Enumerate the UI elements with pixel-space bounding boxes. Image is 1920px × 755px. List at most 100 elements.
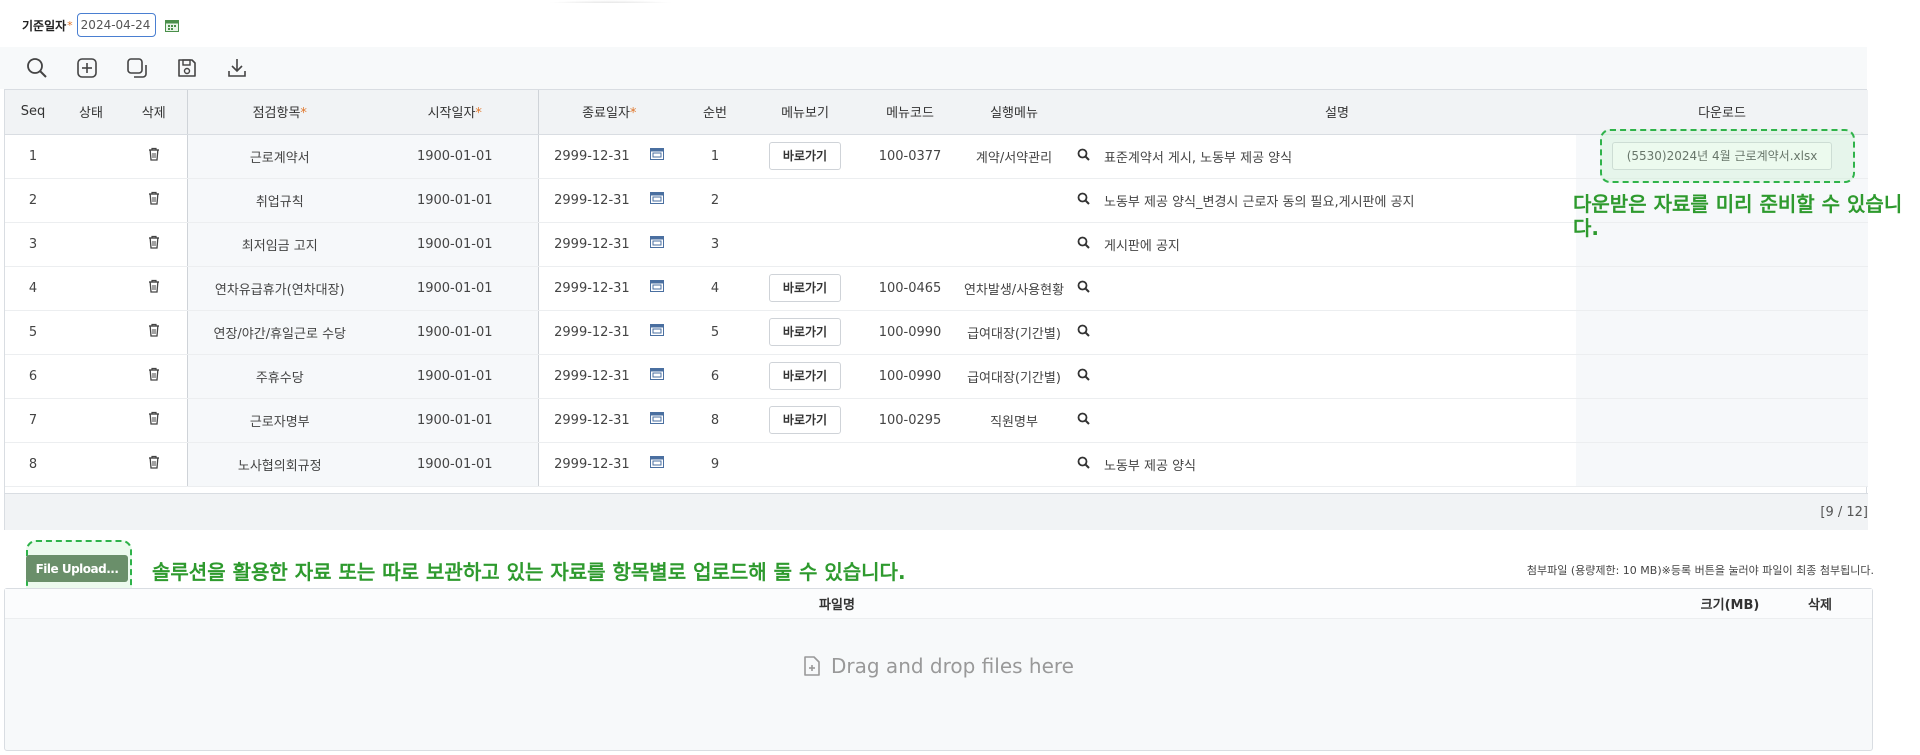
table-row[interactable]: 4 연차유급휴가(연차대장) 1900-01-01 2999-12-31 4 바로가기 1… bbox=[5, 266, 1868, 311]
go-button[interactable]: 바로가기 bbox=[769, 406, 841, 434]
col-start-date[interactable]: 시작일자* bbox=[372, 90, 538, 135]
col-end-date[interactable]: 종료일자* bbox=[537, 90, 680, 135]
calendar-icon[interactable] bbox=[650, 192, 665, 208]
cell-order[interactable]: 3 bbox=[680, 222, 750, 267]
search-button[interactable] bbox=[24, 55, 50, 81]
calendar-icon[interactable] bbox=[650, 412, 665, 428]
cell-end-date[interactable]: 2999-12-31 bbox=[537, 266, 680, 311]
cell-description[interactable]: 노동부 제공 양식 bbox=[1098, 442, 1576, 487]
table-row[interactable]: 6 주휴수당 1900-01-01 2999-12-31 6 바로가기 100-0990 급… bbox=[5, 354, 1868, 399]
download-button[interactable] bbox=[224, 55, 250, 81]
cell-check-item[interactable]: 연장/야간/휴일근로 수당 bbox=[186, 310, 372, 355]
lookup-button[interactable] bbox=[1068, 178, 1098, 223]
calendar-icon[interactable] bbox=[650, 280, 665, 296]
cell-start-date[interactable]: 1900-01-01 bbox=[372, 134, 538, 179]
cell-check-item[interactable]: 근로자명부 bbox=[186, 398, 372, 443]
calendar-icon[interactable] bbox=[650, 456, 665, 472]
lookup-button[interactable] bbox=[1068, 310, 1098, 355]
col-description[interactable]: 설명 bbox=[1098, 90, 1576, 135]
cell-description[interactable] bbox=[1098, 398, 1576, 443]
lookup-button[interactable] bbox=[1068, 354, 1098, 399]
cell-start-date[interactable]: 1900-01-01 bbox=[372, 398, 538, 443]
cell-check-item[interactable]: 노사협의회규정 bbox=[186, 442, 372, 487]
cell-order[interactable]: 4 bbox=[680, 266, 750, 311]
cell-start-date[interactable]: 1900-01-01 bbox=[372, 310, 538, 355]
delete-row-button[interactable] bbox=[121, 310, 187, 355]
cell-start-date[interactable]: 1900-01-01 bbox=[372, 354, 538, 399]
drop-zone[interactable]: Drag and drop files here bbox=[5, 654, 1872, 678]
cell-start-date[interactable]: 1900-01-01 bbox=[372, 266, 538, 311]
date-input[interactable]: 2024-04-24 bbox=[76, 13, 156, 37]
calendar-icon[interactable] bbox=[650, 324, 665, 340]
col-download[interactable]: 다운로드 bbox=[1576, 90, 1868, 135]
calendar-icon[interactable] bbox=[164, 19, 179, 32]
cell-end-date[interactable]: 2999-12-31 bbox=[537, 222, 680, 267]
lookup-button[interactable] bbox=[1068, 442, 1098, 487]
col-order[interactable]: 순번 bbox=[680, 90, 750, 135]
col-menu-code[interactable]: 메뉴코드 bbox=[860, 90, 960, 135]
cell-start-date[interactable]: 1900-01-01 bbox=[372, 222, 538, 267]
col-status[interactable]: 상태 bbox=[61, 90, 121, 135]
col-seq[interactable]: Seq bbox=[5, 90, 61, 135]
cell-order[interactable]: 1 bbox=[680, 134, 750, 179]
cell-end-date[interactable]: 2999-12-31 bbox=[537, 178, 680, 223]
cell-order[interactable]: 9 bbox=[680, 442, 750, 487]
table-row[interactable]: 7 근로자명부 1900-01-01 2999-12-31 8 바로가기 100-0295… bbox=[5, 398, 1868, 443]
lookup-button[interactable] bbox=[1068, 134, 1098, 179]
lookup-button[interactable] bbox=[1068, 266, 1098, 311]
delete-row-button[interactable] bbox=[121, 266, 187, 311]
cell-order[interactable]: 6 bbox=[680, 354, 750, 399]
cell-check-item[interactable]: 취업규칙 bbox=[186, 178, 372, 223]
cell-description[interactable] bbox=[1098, 266, 1576, 311]
cell-check-item[interactable]: 연차유급휴가(연차대장) bbox=[186, 266, 372, 311]
cell-start-date[interactable]: 1900-01-01 bbox=[372, 178, 538, 223]
cell-description[interactable]: 표준계약서 게시, 노동부 제공 양식 bbox=[1098, 134, 1576, 179]
toolbar bbox=[0, 47, 1867, 89]
cell-check-item[interactable]: 주휴수당 bbox=[186, 354, 372, 399]
cell-end-date[interactable]: 2999-12-31 bbox=[537, 354, 680, 399]
cell-status bbox=[61, 134, 121, 179]
copy-button[interactable] bbox=[124, 55, 150, 81]
delete-row-button[interactable] bbox=[121, 134, 187, 179]
cell-description[interactable] bbox=[1098, 310, 1576, 355]
cell-status bbox=[61, 266, 121, 311]
calendar-icon[interactable] bbox=[650, 148, 665, 164]
delete-row-button[interactable] bbox=[121, 222, 187, 267]
table-row[interactable]: 8 노사협의회규정 1900-01-01 2999-12-31 9 노동부 제공 양식 bbox=[5, 442, 1868, 487]
col-delete[interactable]: 삭제 bbox=[121, 90, 187, 135]
add-button[interactable] bbox=[74, 55, 100, 81]
calendar-icon[interactable] bbox=[650, 368, 665, 384]
cell-end-date[interactable]: 2999-12-31 bbox=[537, 442, 680, 487]
upload-note: 솔루션을 활용한 자료 또는 따로 보관하고 있는 자료를 항목별로 업로드해 … bbox=[152, 560, 906, 584]
cell-description[interactable] bbox=[1098, 354, 1576, 399]
cell-check-item[interactable]: 근로계약서 bbox=[186, 134, 372, 179]
col-run-menu[interactable]: 실행메뉴 bbox=[960, 90, 1068, 135]
calendar-icon[interactable] bbox=[650, 236, 665, 252]
table-row[interactable]: 5 연장/야간/휴일근로 수당 1900-01-01 2999-12-31 5 바로가기… bbox=[5, 310, 1868, 355]
lookup-button[interactable] bbox=[1068, 398, 1098, 443]
lookup-button[interactable] bbox=[1068, 222, 1098, 267]
delete-row-button[interactable] bbox=[121, 442, 187, 487]
col-menu-view[interactable]: 메뉴보기 bbox=[750, 90, 860, 135]
delete-row-button[interactable] bbox=[121, 354, 187, 399]
go-button[interactable]: 바로가기 bbox=[769, 142, 841, 170]
cell-check-item[interactable]: 최저임금 고지 bbox=[186, 222, 372, 267]
cell-order[interactable]: 2 bbox=[680, 178, 750, 223]
cell-order[interactable]: 8 bbox=[680, 398, 750, 443]
table-row[interactable]: 1 근로계약서 1900-01-01 2999-12-31 1 바로가기 100-0377… bbox=[5, 134, 1868, 179]
cell-end-date[interactable]: 2999-12-31 bbox=[537, 134, 680, 179]
cell-description[interactable]: 게시판에 공지 bbox=[1098, 222, 1576, 267]
col-check-item[interactable]: 점검항목* bbox=[186, 90, 372, 135]
go-button[interactable]: 바로가기 bbox=[769, 318, 841, 346]
go-button[interactable]: 바로가기 bbox=[769, 362, 841, 390]
save-button[interactable] bbox=[174, 55, 200, 81]
delete-row-button[interactable] bbox=[121, 178, 187, 223]
file-upload-button[interactable]: File Upload... bbox=[26, 555, 128, 582]
go-button[interactable]: 바로가기 bbox=[769, 274, 841, 302]
cell-end-date[interactable]: 2999-12-31 bbox=[537, 310, 680, 355]
cell-start-date[interactable]: 1900-01-01 bbox=[372, 442, 538, 487]
cell-end-date[interactable]: 2999-12-31 bbox=[537, 398, 680, 443]
cell-order[interactable]: 5 bbox=[680, 310, 750, 355]
delete-row-button[interactable] bbox=[121, 398, 187, 443]
cell-description[interactable]: 노동부 제공 양식_변경시 근로자 동의 필요,게시판에 공지 bbox=[1098, 178, 1576, 223]
